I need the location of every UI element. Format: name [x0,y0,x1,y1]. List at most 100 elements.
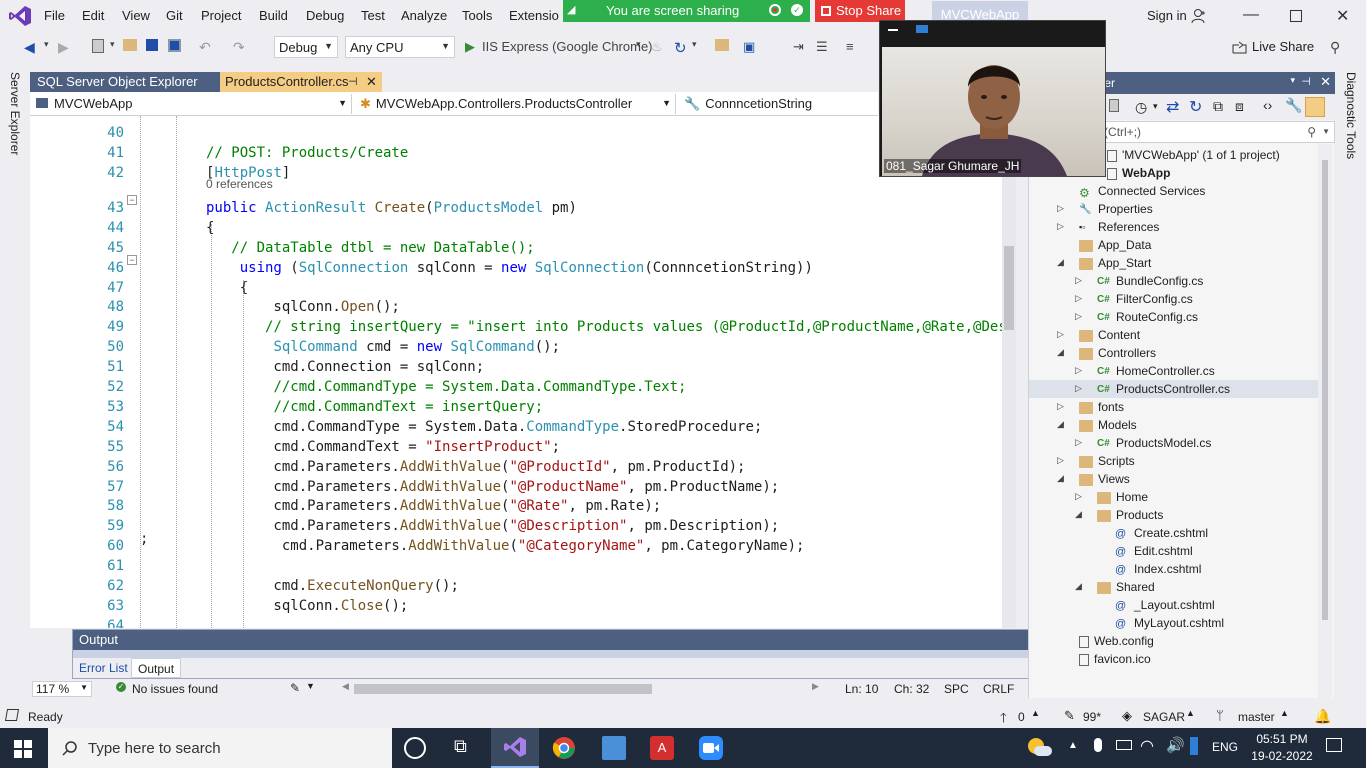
stop-share-button[interactable]: Stop Share [815,0,905,22]
solution-tree-item[interactable]: App_Data [1029,236,1319,254]
repo-name[interactable]: SAGAR [1143,710,1185,724]
solution-tree-item[interactable]: Web.config [1029,632,1319,650]
whitespace-indicator[interactable]: SPC [944,682,969,696]
folder-icon[interactable] [715,39,729,51]
windows-start-icon[interactable] [14,740,32,758]
layout-icon[interactable]: ▣ [743,39,755,55]
menu-project[interactable]: Project [201,8,241,23]
collapse-icon[interactable]: − [127,255,137,265]
user-icon[interactable] [1191,8,1207,24]
save-icon[interactable] [146,39,158,51]
expand-icon[interactable]: ▷ [1075,293,1082,304]
pin-icon[interactable]: ⊣ [1301,75,1311,88]
record-icon[interactable] [769,4,781,16]
horizontal-scroll-thumb[interactable] [354,684,652,694]
code-icon[interactable]: ‹› [1263,97,1272,113]
code-line[interactable]: using (SqlConnection sqlConn = new SqlCo… [206,260,813,276]
menu-tools[interactable]: Tools [462,8,492,23]
menu-analyze[interactable]: Analyze [401,8,447,23]
sign-in-link[interactable]: Sign in [1147,8,1187,23]
minimize-icon[interactable]: — [1243,6,1259,24]
history-icon[interactable]: ◷ [1135,99,1147,116]
code-line[interactable]: { [206,220,214,236]
refresh-icon[interactable]: ↻ [674,39,687,57]
solution-tree-item[interactable]: @ MyLayout.cshtml [1029,614,1319,632]
solution-tree-item[interactable]: ▷ ▪▫ References [1029,218,1319,236]
solution-tree-item[interactable]: ⚙ Connected Services [1029,182,1319,200]
code-editor[interactable]: 40 41// POST: Products/Create 42 [HttpPost]… [30,116,1016,628]
zoom-tray-icon[interactable] [1190,737,1198,755]
back-icon[interactable]: ◀ [24,39,35,56]
comment-icon[interactable]: ≡ [846,39,854,54]
menu-view[interactable]: View [122,8,150,23]
show-all-files-icon[interactable]: ⧈ [1235,98,1244,115]
codelens-references[interactable]: 0 references [206,177,273,191]
solution-tree-item[interactable]: ▷ C# FilterConfig.cs [1029,290,1319,308]
menu-debug[interactable]: Debug [306,8,344,23]
zoom-select[interactable]: 117 % ▼ [32,681,92,697]
shield-icon[interactable]: ✓ [791,4,803,16]
menu-edit[interactable]: Edit [82,8,104,23]
pin-icon[interactable]: ⊣ [348,75,358,88]
solution-tree-item[interactable]: @ Create.cshtml [1029,524,1319,542]
menu-test[interactable]: Test [361,8,385,23]
scroll-left-icon[interactable]: ◀ [342,681,349,692]
live-share-icon[interactable] [1232,40,1248,54]
notifications-icon[interactable]: 🔔 [1314,708,1331,725]
code-line[interactable]: // string insertQuery = "insert into Pro… [206,319,1007,335]
maximize-icon[interactable] [1290,10,1302,22]
caret-up-icon[interactable]: ▲ [1186,708,1195,718]
format-icon[interactable]: ☰ [816,39,828,55]
collapse-icon[interactable]: ◢ [1057,419,1064,430]
solution-tree-item[interactable]: @ _Layout.cshtml [1029,596,1319,614]
expand-icon[interactable]: ▷ [1057,203,1064,214]
solution-tree-item[interactable]: ◢ Products [1029,506,1319,524]
expand-icon[interactable]: ▷ [1057,329,1064,340]
editor-vertical-scrollbar[interactable] [1002,116,1016,628]
acrobat-icon[interactable]: A [650,736,674,760]
line-ending-indicator[interactable]: CRLF [983,682,1014,696]
wifi-icon[interactable]: ◠ [1140,736,1154,756]
solution-tree-item[interactable]: ◢ App_Start [1029,254,1319,272]
caret-up-icon[interactable]: ▲ [1280,708,1289,718]
undo-icon[interactable]: ↶ [199,39,211,56]
solution-tree-item[interactable]: ▷ C# HomeController.cs [1029,362,1319,380]
tab-sql-server-object-explorer[interactable]: SQL Server Object Explorer [30,72,220,92]
collapse-icon[interactable]: ◢ [1057,473,1064,484]
solution-tree-item[interactable]: ◢ Views [1029,470,1319,488]
refresh-dropdown-icon[interactable]: ▾ [692,39,697,50]
solution-tree-item[interactable]: favicon.ico [1029,650,1319,668]
code-line[interactable]: { [206,280,248,296]
menu-extensions[interactable]: Extensio [509,8,559,23]
live-share-button[interactable]: Live Share [1252,39,1314,54]
sync-icon[interactable]: ⇄ [1166,97,1179,117]
open-folder-icon[interactable] [123,39,137,51]
chrome-icon[interactable] [552,736,576,760]
solution-tree-item[interactable]: ▷ C# ProductsModel.cs [1029,434,1319,452]
task-view-icon[interactable]: ⧉ [454,736,478,760]
clock-date[interactable]: 19-02-2022 [1246,749,1318,763]
code-line[interactable]: // DataTable dtbl = new DataTable(); [206,240,534,256]
menu-git[interactable]: Git [166,8,183,23]
branch-icon[interactable]: ᛘ [1216,708,1224,723]
push-count[interactable]: 0 [1018,710,1025,724]
collapse-icon[interactable]: − [127,195,137,205]
server-explorer-tab[interactable]: Server Explorer [8,72,22,155]
visual-studio-logo-icon[interactable] [8,5,32,27]
brush-icon[interactable]: ✎ [290,681,300,695]
chevron-down-icon[interactable]: ▼ [1322,127,1330,136]
clock-time[interactable]: 05:51 PM [1252,732,1312,746]
dropdown-icon[interactable]: ▾ [1290,75,1295,86]
close-tab-icon[interactable]: ✕ [366,74,377,90]
expand-icon[interactable]: ▷ [1075,311,1082,322]
expand-icon[interactable]: ▷ [1075,491,1082,502]
code-line[interactable]: cmd.CommandType = System.Data.CommandTyp… [206,419,762,435]
weather-icon[interactable] [1028,736,1052,760]
pending-changes-icon[interactable] [1109,99,1119,112]
file-explorer-icon[interactable] [602,736,626,760]
minimize-icon[interactable] [888,29,898,31]
collapse-all-icon[interactable]: ⧉ [1213,98,1223,115]
collapse-icon[interactable]: ◢ [1057,347,1064,358]
tab-products-controller[interactable]: ProductsController.cs ⊣ ✕ [220,72,382,92]
speaker-icon[interactable]: 🔊 [1166,736,1185,754]
